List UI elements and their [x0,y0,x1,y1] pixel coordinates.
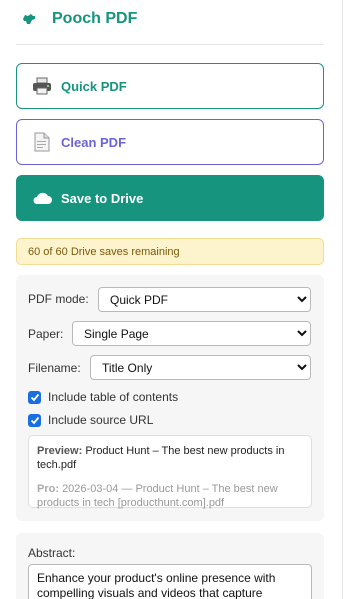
include-source-checkbox[interactable] [28,413,41,427]
paper-label: Paper: [28,327,64,341]
dog-icon [20,10,38,28]
paper-select[interactable]: Single Page [72,321,311,346]
abstract-textarea[interactable]: Enhance your product's online presence w… [28,564,312,599]
pro-value: 2026-03-04 — Product Hunt – The best new… [37,483,278,509]
quick-pdf-button[interactable]: Quick PDF [16,63,324,109]
cloud-icon [31,187,53,209]
include-toc-checkbox[interactable] [28,390,41,404]
preview-line: Preview: Product Hunt – The best new pro… [37,444,303,472]
quota-banner: 60 of 60 Drive saves remaining [16,238,324,265]
filename-label: Filename: [28,361,81,375]
include-toc-row[interactable]: Include table of contents [28,390,178,404]
save-to-drive-button[interactable]: Save to Drive [16,175,324,221]
abstract-label: Abstract: [28,546,76,560]
pro-line: Pro: 2026-03-04 — Product Hunt – The bes… [37,482,303,510]
printer-icon [31,75,53,97]
clean-pdf-button[interactable]: Clean PDF [16,119,324,165]
quick-pdf-label: Quick PDF [61,78,127,94]
pro-label: Pro: [37,483,59,495]
paper-row: Paper: [28,327,63,341]
header: Pooch PDF [20,8,137,30]
preview-label: Preview: [37,445,83,457]
save-to-drive-label: Save to Drive [61,190,144,206]
clean-pdf-label: Clean PDF [61,134,127,150]
include-toc-label: Include table of contents [48,390,179,404]
abstract-panel: Abstract: Enhance your product's online … [16,533,324,599]
pdf-mode-label: PDF mode: [28,292,89,306]
quota-text: 60 of 60 Drive saves remaining [28,245,180,258]
pdf-mode-row: PDF mode: [28,292,89,306]
options-panel: PDF mode: Quick PDF Paper: Single Page F… [16,275,324,521]
document-icon [31,131,53,153]
include-source-row[interactable]: Include source URL [28,413,153,427]
divider [16,44,324,45]
extension-popup: Pooch PDF Quick PDF Clean PDF Save to Dr… [0,0,343,599]
include-source-label: Include source URL [48,413,154,427]
pdf-mode-select[interactable]: Quick PDF [98,287,311,312]
app-title: Pooch PDF [52,10,138,27]
filename-select[interactable]: Title Only [90,355,311,380]
filename-row: Filename: [28,361,81,375]
filename-preview: Preview: Product Hunt – The best new pro… [28,435,312,510]
